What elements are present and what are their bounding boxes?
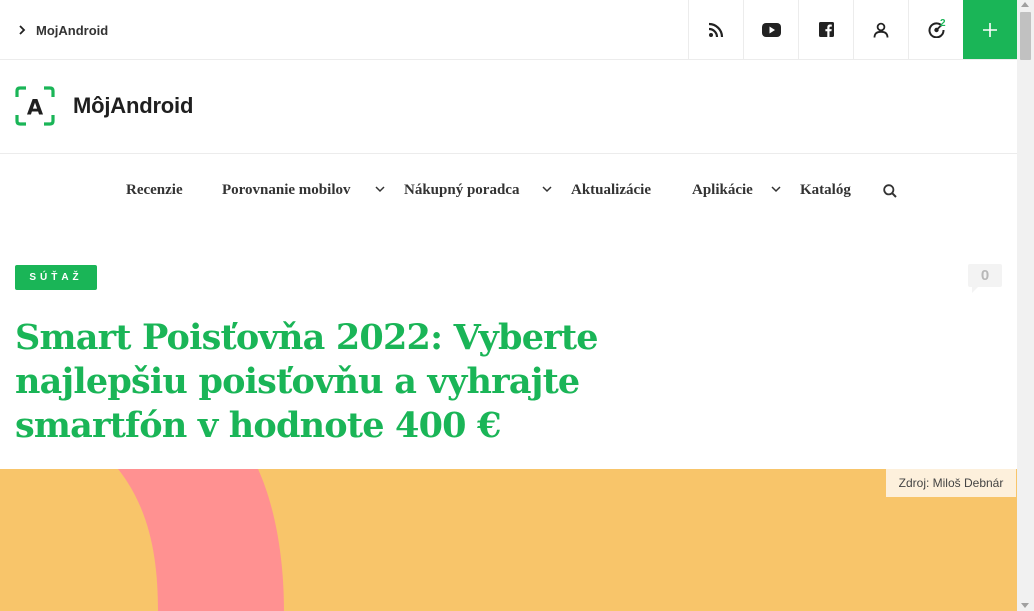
chevron-right-icon (19, 25, 26, 35)
logo-text: MôjAndroid (73, 93, 194, 118)
logo-mark-icon: A (15, 86, 55, 126)
chevron-down-icon[interactable] (542, 186, 552, 193)
facebook-icon (818, 22, 834, 37)
nav-item-katalog[interactable]: Katalóg (800, 182, 851, 199)
nav-item-nakupny-poradca[interactable]: Nákupný poradca (404, 182, 519, 199)
search-icon[interactable] (883, 184, 897, 198)
youtube-button[interactable] (743, 0, 798, 59)
scroll-up-arrow-icon[interactable] (1021, 2, 1029, 7)
nav-item-porovnanie-mobilov[interactable]: Porovnanie mobilov (222, 182, 350, 199)
logo-mark-letter: A (27, 96, 44, 120)
plus-icon (983, 22, 997, 37)
breadcrumb[interactable]: MojAndroid (18, 20, 108, 40)
scrollbar-thumb[interactable] (1020, 12, 1031, 60)
breadcrumb-label: MojAndroid (36, 22, 109, 38)
rss-button[interactable] (688, 0, 743, 59)
article-title: Smart Poisťovňa 2022: Vyberte najlepšiu … (15, 317, 598, 446)
youtube-icon (761, 22, 781, 37)
notification-count: 2 (940, 18, 946, 29)
hero-image (0, 469, 1017, 611)
nav-item-aplikacie[interactable]: Aplikácie (692, 182, 753, 199)
add-button[interactable] (963, 0, 1017, 59)
nav-item-recenzie[interactable]: Recenzie (126, 182, 183, 199)
rss-icon (708, 22, 724, 37)
notifications-button[interactable]: 2 (908, 0, 963, 59)
chevron-down-icon[interactable] (375, 186, 385, 193)
scrollbar-track[interactable] (1017, 0, 1034, 611)
top-bar: MojAndroid 2 (0, 0, 1017, 60)
hero-graphic (118, 469, 284, 611)
facebook-button[interactable] (798, 0, 853, 59)
category-badge[interactable]: SÚŤAŽ (15, 265, 97, 290)
nav-item-aktualizacie[interactable]: Aktualizácie (571, 182, 651, 199)
comment-count-badge[interactable]: 0 (968, 264, 1002, 293)
main-nav: Recenzie Porovnanie mobilov Nákupný pora… (0, 154, 1017, 228)
user-icon (873, 22, 889, 38)
image-source-caption: Zdroj: Miloš Debnár (886, 469, 1016, 497)
site-logo[interactable]: A MôjAndroid (15, 86, 193, 126)
scroll-down-arrow-icon[interactable] (1021, 603, 1029, 608)
logo-row: A MôjAndroid (0, 60, 1017, 154)
chevron-down-icon[interactable] (771, 186, 781, 193)
social-icons: 2 (688, 0, 963, 59)
user-button[interactable] (853, 0, 908, 59)
